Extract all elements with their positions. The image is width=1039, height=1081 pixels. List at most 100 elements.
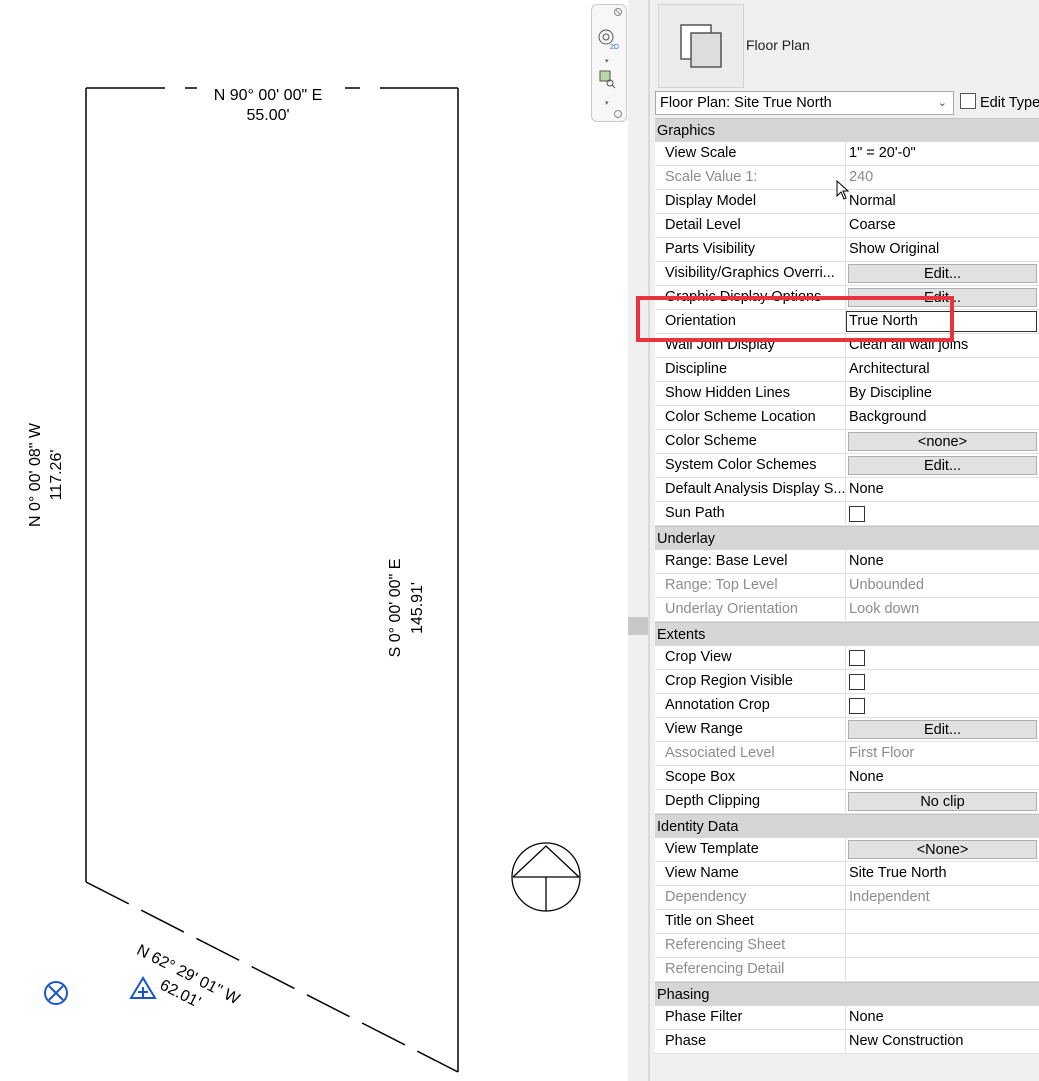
property-row[interactable]: Scope Box None (655, 766, 1039, 790)
property-edit-button[interactable]: No clip (848, 792, 1037, 811)
property-label: Underlay Orientation (655, 598, 846, 621)
property-label: Default Analysis Display S... (655, 478, 846, 501)
property-edit-button[interactable]: Edit... (848, 720, 1037, 739)
property-value[interactable]: None (846, 478, 1039, 501)
property-row[interactable]: Title on Sheet (655, 910, 1039, 934)
property-value[interactable]: Show Original (846, 238, 1039, 261)
property-row[interactable]: Show Hidden Lines By Discipline (655, 382, 1039, 406)
chevron-down-icon[interactable]: ⌄ (938, 92, 947, 114)
property-row[interactable]: Referencing Sheet (655, 934, 1039, 958)
property-label: Range: Top Level (655, 574, 846, 597)
edit-type-button[interactable]: Edit Type (960, 91, 1039, 115)
navigation-bar-close-icon[interactable] (614, 8, 622, 16)
site-plan-drawing[interactable]: N 90° 00' 00" E 55.00' N 0° 00' 08" W 11… (0, 0, 628, 1081)
property-row[interactable]: Discipline Architectural (655, 358, 1039, 382)
property-row[interactable]: System Color Schemes Edit... (655, 454, 1039, 478)
property-value[interactable]: <none> (846, 430, 1039, 453)
property-row[interactable]: Underlay Orientation Look down (655, 598, 1039, 622)
drawing-canvas[interactable]: N 90° 00' 00" E 55.00' N 0° 00' 08" W 11… (0, 0, 628, 1081)
property-edit-button[interactable]: Edit... (848, 456, 1037, 475)
property-row[interactable]: Crop Region Visible (655, 670, 1039, 694)
property-line-bottom[interactable] (85, 881, 459, 1073)
property-value[interactable]: None (846, 550, 1039, 573)
category-header[interactable]: Identity Data (655, 814, 1039, 838)
property-value[interactable]: Normal (846, 190, 1039, 213)
left-length-label: 117.26' (48, 450, 65, 501)
category-header[interactable]: Graphics (655, 118, 1039, 142)
property-row[interactable]: Default Analysis Display S... None (655, 478, 1039, 502)
property-row[interactable]: Depth Clipping No clip (655, 790, 1039, 814)
navigation-bar-options-icon[interactable] (614, 110, 622, 118)
property-row[interactable]: Color Scheme Location Background (655, 406, 1039, 430)
property-value-text: Site True North (849, 865, 947, 881)
property-value[interactable] (846, 646, 1039, 669)
property-row[interactable]: Referencing Detail (655, 958, 1039, 982)
property-row[interactable]: Crop View (655, 646, 1039, 670)
property-row[interactable]: Detail Level Coarse (655, 214, 1039, 238)
property-value[interactable]: No clip (846, 790, 1039, 813)
property-value-text: New Construction (849, 1033, 964, 1049)
property-value[interactable]: By Discipline (846, 382, 1039, 405)
property-value[interactable] (846, 910, 1039, 933)
property-value[interactable] (846, 694, 1039, 717)
checkbox[interactable] (849, 674, 865, 690)
property-row[interactable]: View Name Site True North (655, 862, 1039, 886)
property-edit-button[interactable]: Edit... (848, 264, 1037, 283)
property-label: Parts Visibility (655, 238, 846, 261)
chevron-down-icon[interactable]: ▾ (605, 58, 609, 65)
property-edit-button[interactable]: <none> (848, 432, 1037, 451)
property-row[interactable]: Range: Top Level Unbounded (655, 574, 1039, 598)
category-header[interactable]: Underlay (655, 526, 1039, 550)
property-row[interactable]: Dependency Independent (655, 886, 1039, 910)
property-value[interactable]: <None> (846, 838, 1039, 861)
splitter-grip[interactable] (628, 617, 648, 635)
properties-palette: Floor Plan Floor Plan: Site True North ⌄… (650, 0, 1039, 1081)
property-edit-button[interactable]: <None> (848, 840, 1037, 859)
checkbox[interactable] (849, 698, 865, 714)
property-value[interactable]: Background (846, 406, 1039, 429)
property-label: Color Scheme (655, 430, 846, 453)
property-row[interactable]: View Template <None> (655, 838, 1039, 862)
property-label: Scale Value 1: (655, 166, 846, 189)
property-value[interactable]: None (846, 766, 1039, 789)
property-row[interactable]: View Range Edit... (655, 718, 1039, 742)
property-value[interactable] (846, 502, 1039, 525)
property-row[interactable]: Parts Visibility Show Original (655, 238, 1039, 262)
property-value[interactable]: 1" = 20'-0" (846, 142, 1039, 165)
property-value[interactable]: Edit... (846, 454, 1039, 477)
project-base-point-icon[interactable] (129, 976, 157, 999)
property-value-text: By Discipline (849, 385, 932, 401)
steering-wheel-icon[interactable] (598, 29, 614, 45)
view-type-selector[interactable]: Floor Plan: Site True North ⌄ (655, 91, 954, 115)
property-row[interactable]: Annotation Crop (655, 694, 1039, 718)
property-value[interactable]: Edit... (846, 718, 1039, 741)
property-label: Display Model (655, 190, 846, 213)
survey-point-icon[interactable] (44, 981, 68, 1005)
property-row[interactable]: Phase Filter None (655, 1006, 1039, 1030)
property-label: System Color Schemes (655, 454, 846, 477)
properties-grid: Graphics View Scale 1" = 20'-0" Scale Value… (655, 118, 1039, 1054)
category-header[interactable]: Extents (655, 622, 1039, 646)
checkbox[interactable] (849, 650, 865, 666)
north-arrow-icon[interactable] (511, 842, 581, 912)
property-value[interactable]: None (846, 1006, 1039, 1029)
property-value[interactable]: Coarse (846, 214, 1039, 237)
navigation-bar[interactable]: 2D ▾ ▾ (591, 4, 627, 122)
checkbox[interactable] (849, 506, 865, 522)
property-row[interactable]: Sun Path (655, 502, 1039, 526)
category-header[interactable]: Phasing (655, 982, 1039, 1006)
property-value[interactable]: Site True North (846, 862, 1039, 885)
panel-splitter[interactable] (628, 0, 650, 1081)
property-row[interactable]: Phase New Construction (655, 1030, 1039, 1054)
property-value[interactable]: Architectural (846, 358, 1039, 381)
zoom-icon[interactable] (599, 70, 616, 89)
property-row[interactable]: Color Scheme <none> (655, 430, 1039, 454)
property-row[interactable]: Range: Base Level None (655, 550, 1039, 574)
property-value[interactable]: New Construction (846, 1030, 1039, 1053)
property-value[interactable] (846, 670, 1039, 693)
property-row[interactable]: Associated Level First Floor (655, 742, 1039, 766)
property-row[interactable]: View Scale 1" = 20'-0" (655, 142, 1039, 166)
chevron-down-icon[interactable]: ▾ (605, 100, 609, 107)
property-value[interactable]: Edit... (846, 262, 1039, 285)
property-row[interactable]: Visibility/Graphics Overri... Edit... (655, 262, 1039, 286)
